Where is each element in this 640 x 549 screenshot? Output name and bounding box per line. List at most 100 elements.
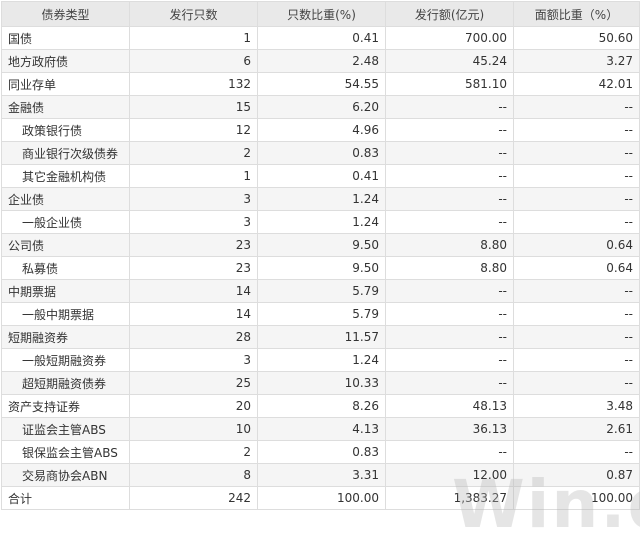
cell-count-share: 9.50: [257, 233, 386, 257]
cell-count-share: 0.83: [257, 141, 386, 165]
cell-issue-count: 12: [129, 118, 258, 142]
table-row[interactable]: 公司债 23 9.50 8.80 0.64: [1, 233, 640, 257]
cell-count-share: 11.57: [257, 325, 386, 349]
cell-issue-amount: --: [385, 371, 514, 395]
cell-issue-count: 2: [129, 141, 258, 165]
cell-count-share: 9.50: [257, 256, 386, 280]
table-row[interactable]: 企业债 3 1.24 -- --: [1, 187, 640, 211]
cell-issue-count: 15: [129, 95, 258, 119]
cell-issue-amount: --: [385, 302, 514, 326]
cell-bond-type: 证监会主管ABS: [1, 417, 130, 441]
table-row[interactable]: 其它金融机构债 1 0.41 -- --: [1, 164, 640, 188]
cell-amount-share: --: [513, 371, 640, 395]
table-row[interactable]: 一般中期票据 14 5.79 -- --: [1, 302, 640, 326]
table-row[interactable]: 私募债 23 9.50 8.80 0.64: [1, 256, 640, 280]
cell-count-share: 1.24: [257, 348, 386, 372]
cell-bond-type: 合计: [1, 486, 130, 510]
cell-bond-type: 一般中期票据: [1, 302, 130, 326]
cell-issue-count: 2: [129, 440, 258, 464]
table-row[interactable]: 合计 242 100.00 1,383.27 100.00: [1, 486, 640, 510]
cell-amount-share: --: [513, 164, 640, 188]
cell-bond-type: 地方政府债: [1, 49, 130, 73]
cell-count-share: 4.13: [257, 417, 386, 441]
cell-amount-share: --: [513, 325, 640, 349]
cell-amount-share: --: [513, 210, 640, 234]
cell-issue-amount: --: [385, 348, 514, 372]
cell-amount-share: 0.64: [513, 233, 640, 257]
cell-count-share: 6.20: [257, 95, 386, 119]
cell-amount-share: --: [513, 279, 640, 303]
cell-count-share: 4.96: [257, 118, 386, 142]
cell-count-share: 100.00: [257, 486, 386, 510]
table-row[interactable]: 银保监会主管ABS 2 0.83 -- --: [1, 440, 640, 464]
cell-issue-count: 3: [129, 210, 258, 234]
cell-amount-share: --: [513, 440, 640, 464]
cell-count-share: 5.79: [257, 279, 386, 303]
table-row[interactable]: 金融债 15 6.20 -- --: [1, 95, 640, 119]
cell-issue-count: 6: [129, 49, 258, 73]
table-row[interactable]: 中期票据 14 5.79 -- --: [1, 279, 640, 303]
table-row[interactable]: 超短期融资债券 25 10.33 -- --: [1, 371, 640, 395]
cell-issue-count: 23: [129, 233, 258, 257]
cell-bond-type: 一般短期融资券: [1, 348, 130, 372]
cell-bond-type: 公司债: [1, 233, 130, 257]
table-body: 国债 1 0.41 700.00 50.60 地方政府债 6 2.48 45.24 3.27 同业存…: [1, 26, 640, 510]
cell-issue-count: 14: [129, 302, 258, 326]
table-row[interactable]: 证监会主管ABS 10 4.13 36.13 2.61: [1, 417, 640, 441]
cell-issue-amount: --: [385, 210, 514, 234]
cell-count-share: 1.24: [257, 210, 386, 234]
cell-bond-type: 中期票据: [1, 279, 130, 303]
cell-issue-amount: --: [385, 164, 514, 188]
cell-amount-share: --: [513, 118, 640, 142]
cell-count-share: 0.41: [257, 26, 386, 50]
cell-amount-share: --: [513, 95, 640, 119]
table-row[interactable]: 交易商协会ABN 8 3.31 12.00 0.87: [1, 463, 640, 487]
table-row[interactable]: 一般短期融资券 3 1.24 -- --: [1, 348, 640, 372]
table-row[interactable]: 政策银行债 12 4.96 -- --: [1, 118, 640, 142]
header-amount-share[interactable]: 面额比重（%）: [513, 1, 640, 27]
table-row[interactable]: 地方政府债 6 2.48 45.24 3.27: [1, 49, 640, 73]
header-issue-count[interactable]: 发行只数: [129, 1, 258, 27]
table-row[interactable]: 同业存单 132 54.55 581.10 42.01: [1, 72, 640, 96]
table-row[interactable]: 短期融资券 28 11.57 -- --: [1, 325, 640, 349]
cell-issue-count: 20: [129, 394, 258, 418]
table-row[interactable]: 商业银行次级债券 2 0.83 -- --: [1, 141, 640, 165]
cell-issue-amount: --: [385, 440, 514, 464]
cell-amount-share: --: [513, 187, 640, 211]
cell-bond-type: 银保监会主管ABS: [1, 440, 130, 464]
cell-issue-count: 3: [129, 187, 258, 211]
cell-bond-type: 其它金融机构债: [1, 164, 130, 188]
header-count-share[interactable]: 只数比重(%): [257, 1, 386, 27]
cell-issue-amount: --: [385, 141, 514, 165]
table-row[interactable]: 国债 1 0.41 700.00 50.60: [1, 26, 640, 50]
cell-issue-count: 3: [129, 348, 258, 372]
cell-issue-amount: 8.80: [385, 233, 514, 257]
cell-bond-type: 超短期融资债券: [1, 371, 130, 395]
cell-amount-share: 42.01: [513, 72, 640, 96]
cell-issue-count: 1: [129, 26, 258, 50]
cell-amount-share: 100.00: [513, 486, 640, 510]
cell-count-share: 54.55: [257, 72, 386, 96]
cell-bond-type: 政策银行债: [1, 118, 130, 142]
cell-bond-type: 短期融资券: [1, 325, 130, 349]
cell-bond-type: 商业银行次级债券: [1, 141, 130, 165]
cell-issue-amount: --: [385, 118, 514, 142]
cell-issue-count: 28: [129, 325, 258, 349]
cell-issue-amount: 36.13: [385, 417, 514, 441]
cell-issue-count: 1: [129, 164, 258, 188]
cell-issue-amount: 8.80: [385, 256, 514, 280]
table-row[interactable]: 资产支持证券 20 8.26 48.13 3.48: [1, 394, 640, 418]
bond-issuance-table: 债券类型 发行只数 只数比重(%) 发行额(亿元) 面额比重（%） 国债 1 0.4…: [1, 1, 640, 510]
header-bond-type[interactable]: 债券类型: [1, 1, 130, 27]
cell-issue-amount: 1,383.27: [385, 486, 514, 510]
table-header-row: 债券类型 发行只数 只数比重(%) 发行额(亿元) 面额比重（%）: [1, 1, 640, 27]
cell-amount-share: 0.87: [513, 463, 640, 487]
cell-issue-count: 23: [129, 256, 258, 280]
table-row[interactable]: 一般企业债 3 1.24 -- --: [1, 210, 640, 234]
cell-issue-amount: 700.00: [385, 26, 514, 50]
cell-issue-amount: --: [385, 95, 514, 119]
cell-issue-count: 8: [129, 463, 258, 487]
cell-bond-type: 私募债: [1, 256, 130, 280]
header-issue-amount[interactable]: 发行额(亿元): [385, 1, 514, 27]
cell-amount-share: 3.27: [513, 49, 640, 73]
